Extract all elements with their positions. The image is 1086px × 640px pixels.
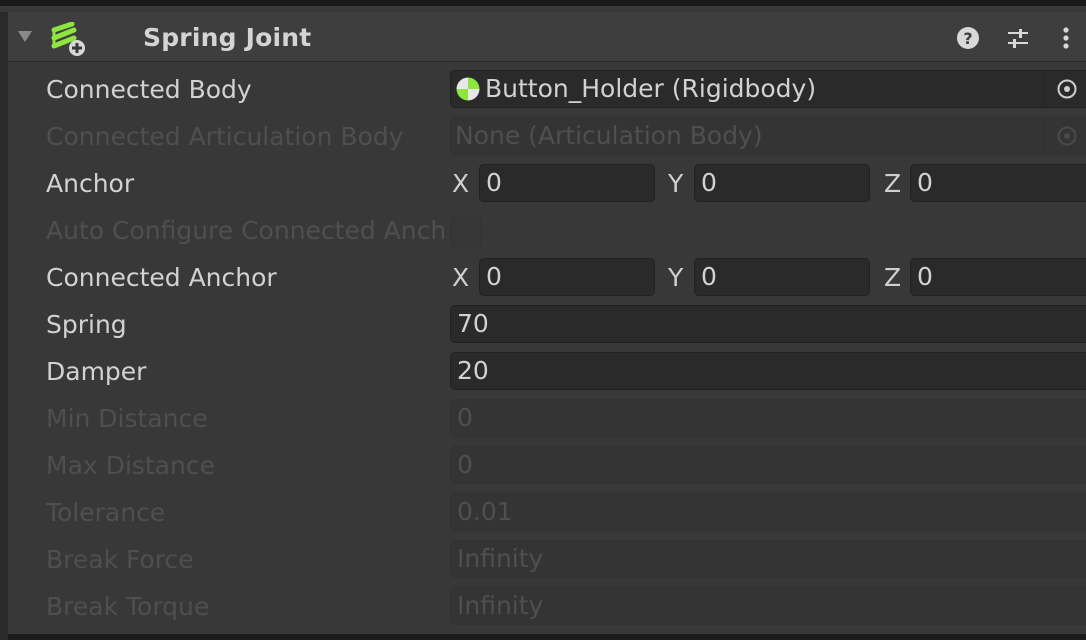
row-auto-configure: Auto Configure Connected Anchor <box>0 209 1086 253</box>
help-icon[interactable]: ? <box>954 24 982 52</box>
spring-label[interactable]: Spring <box>46 303 444 347</box>
row-min-distance: Min Distance 0 <box>0 397 1086 441</box>
anchor-x-input[interactable]: 0 <box>479 164 655 202</box>
connected-anchor-x-input[interactable]: 0 <box>479 258 655 296</box>
break-torque-label: Break Torque <box>46 592 210 621</box>
presets-icon[interactable] <box>1004 24 1032 52</box>
row-spring: Spring 70 <box>0 303 1086 347</box>
connected-anchor-label: Connected Anchor <box>46 263 277 292</box>
connected-anchor-y-label[interactable]: Y <box>668 256 683 300</box>
rigidbody-icon <box>456 77 480 101</box>
row-connected-body: Connected Body Button_Holder (Rigidbody) <box>0 68 1086 112</box>
object-picker-icon <box>1044 118 1086 154</box>
auto-configure-label: Auto Configure Connected Anchor <box>46 216 444 245</box>
max-distance-input: 0 <box>450 446 1086 484</box>
anchor-z-input[interactable]: 0 <box>910 164 1086 202</box>
row-connected-anchor: Connected Anchor X 0 Y 0 Z 0 <box>0 256 1086 300</box>
connected-anchor-x-label[interactable]: X <box>452 256 469 300</box>
row-connected-articulation-body: Connected Articulation Body None (Articu… <box>0 115 1086 159</box>
damper-input[interactable]: 20 <box>450 352 1086 390</box>
object-picker-icon[interactable] <box>1044 71 1086 107</box>
row-damper: Damper 20 <box>0 350 1086 394</box>
connected-body-field[interactable]: Button_Holder (Rigidbody) <box>450 70 1086 108</box>
connected-body-label: Connected Body <box>46 75 252 104</box>
connected-anchor-z-input[interactable]: 0 <box>910 258 1086 296</box>
min-distance-input: 0 <box>450 399 1086 437</box>
connected-articulation-body-field: None (Articulation Body) <box>450 117 1086 155</box>
auto-configure-checkbox <box>450 217 482 247</box>
row-tolerance: Tolerance 0.01 <box>0 491 1086 535</box>
connected-articulation-body-value: None (Articulation Body) <box>455 121 763 150</box>
row-break-force: Break Force Infinity <box>0 538 1086 582</box>
anchor-y-input[interactable]: 0 <box>694 164 870 202</box>
anchor-x-label[interactable]: X <box>452 162 469 206</box>
tolerance-input: 0.01 <box>450 493 1086 531</box>
row-max-distance: Max Distance 0 <box>0 444 1086 488</box>
row-break-torque: Break Torque Infinity <box>0 585 1086 629</box>
svg-text:?: ? <box>963 29 972 48</box>
connected-anchor-z-label[interactable]: Z <box>884 256 901 300</box>
foldout-arrow-icon[interactable] <box>18 31 32 42</box>
connected-articulation-body-label: Connected Articulation Body <box>46 122 404 151</box>
spring-joint-icon <box>50 21 88 58</box>
row-anchor: Anchor X 0 Y 0 Z 0 <box>0 162 1086 206</box>
break-force-input: Infinity <box>450 540 1086 578</box>
anchor-z-label[interactable]: Z <box>884 162 901 206</box>
anchor-label: Anchor <box>46 169 135 198</box>
break-force-label: Break Force <box>46 545 194 574</box>
connected-body-value: Button_Holder (Rigidbody) <box>485 74 817 103</box>
spring-joint-inspector: Spring Joint ? Connected Body Button_Hol… <box>0 0 1086 640</box>
break-torque-input: Infinity <box>450 587 1086 625</box>
max-distance-label: Max Distance <box>46 451 215 480</box>
connected-anchor-y-input[interactable]: 0 <box>694 258 870 296</box>
min-distance-label: Min Distance <box>46 404 208 433</box>
damper-label[interactable]: Damper <box>46 350 444 394</box>
spring-input[interactable]: 70 <box>450 305 1086 343</box>
kebab-menu-icon[interactable] <box>1052 24 1080 52</box>
component-header[interactable]: Spring Joint ? <box>8 12 1086 62</box>
component-title: Spring Joint <box>143 23 312 52</box>
tolerance-label: Tolerance <box>46 498 166 527</box>
anchor-y-label[interactable]: Y <box>668 162 683 206</box>
